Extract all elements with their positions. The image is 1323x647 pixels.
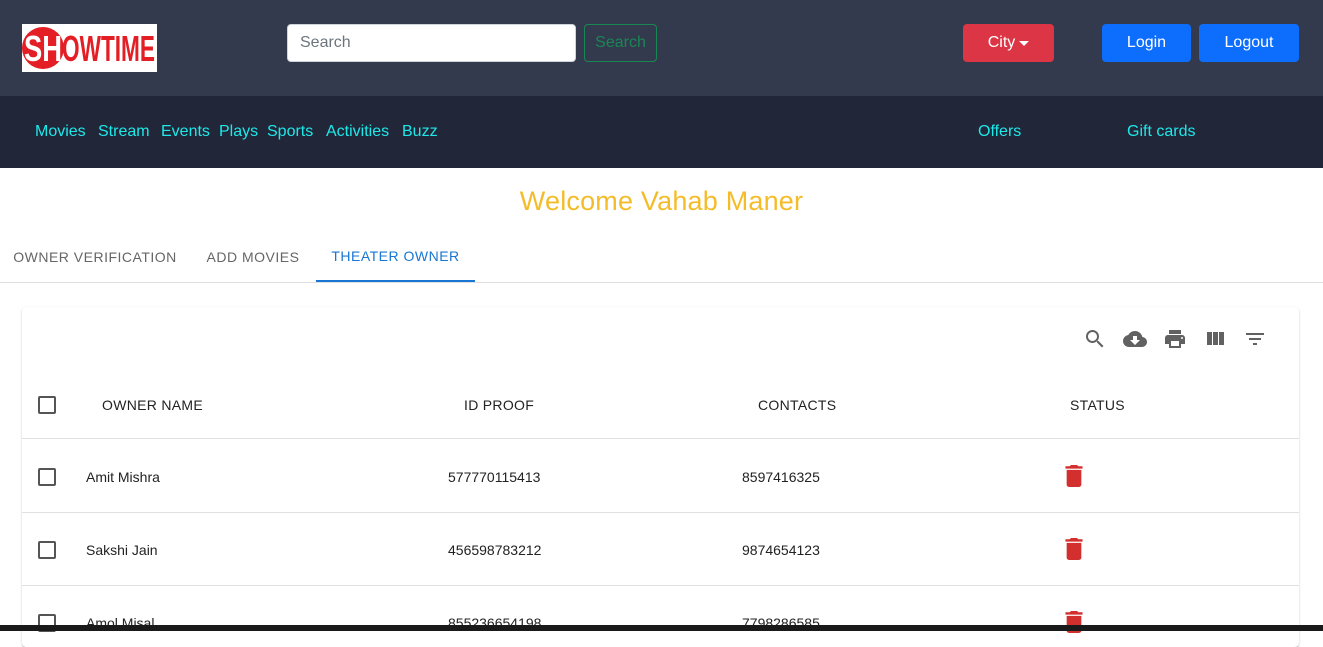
nav-item-buzz[interactable]: Buzz xyxy=(402,123,438,141)
id-proof-cell: 456598783212 xyxy=(448,542,542,558)
search-input[interactable] xyxy=(287,24,576,62)
login-button[interactable]: Login xyxy=(1102,24,1191,62)
city-dropdown-button[interactable]: City xyxy=(963,24,1054,62)
logout-button[interactable]: Logout xyxy=(1199,24,1299,62)
id-proof-cell: 577770115413 xyxy=(448,469,541,485)
delete-icon[interactable] xyxy=(1065,465,1083,487)
welcome-heading: Welcome Vahab Maner xyxy=(519,186,804,216)
caret-down-icon xyxy=(1019,41,1030,46)
owner-name-cell: Amit Mishra xyxy=(86,469,160,485)
column-header-id-proof[interactable]: ID PROOF xyxy=(464,397,534,413)
nav-item-movies[interactable]: Movies xyxy=(35,123,86,141)
column-header-status[interactable]: STATUS xyxy=(1070,397,1125,413)
city-button-label: City xyxy=(987,34,1016,51)
contact-cell: 9874654123 xyxy=(742,542,820,558)
delete-icon[interactable] xyxy=(1065,538,1083,560)
nav-item-stream[interactable]: Stream xyxy=(98,123,150,141)
svg-text:SH: SH xyxy=(24,28,62,69)
tab-add-movies[interactable]: ADD MOVIES xyxy=(190,232,316,282)
tab-owner-verification[interactable]: OWNER VERIFICATION xyxy=(0,232,190,282)
nav-item-offers[interactable]: Offers xyxy=(978,123,1021,141)
filter-list-icon[interactable] xyxy=(1243,327,1267,351)
row-checkbox[interactable] xyxy=(38,541,56,559)
table-row: Amol Misal 855236654198 7798286585 xyxy=(22,586,1299,647)
column-header-owner-name[interactable]: OWNER NAME xyxy=(102,397,203,413)
nav-item-sports[interactable]: Sports xyxy=(267,123,313,141)
nav-item-activities[interactable]: Activities xyxy=(326,123,389,141)
window-bottom-edge xyxy=(0,625,1323,631)
owner-name-cell: Sakshi Jain xyxy=(86,542,158,558)
table-row: Amit Mishra 577770115413 8597416325 xyxy=(22,440,1299,513)
top-header: SH OWTIME Search City Login Logout xyxy=(0,0,1323,96)
main-navigation: Movies Stream Events Plays Sports Activi… xyxy=(0,96,1323,168)
showtime-logo[interactable]: SH OWTIME xyxy=(22,24,157,72)
cloud-download-icon[interactable] xyxy=(1123,327,1147,351)
search-icon[interactable] xyxy=(1083,327,1107,351)
table-header-row: OWNER NAME ID PROOF CONTACTS STATUS xyxy=(22,372,1299,439)
select-all-checkbox[interactable] xyxy=(38,396,56,414)
view-column-icon[interactable] xyxy=(1203,327,1227,351)
column-header-contacts[interactable]: CONTACTS xyxy=(758,397,836,413)
table-row: Sakshi Jain 456598783212 9874654123 xyxy=(22,513,1299,586)
tab-theater-owner[interactable]: THEATER OWNER xyxy=(316,232,475,282)
nav-item-plays[interactable]: Plays xyxy=(219,123,258,141)
logo-graphic: SH OWTIME xyxy=(22,27,155,69)
theater-owner-table: OWNER NAME ID PROOF CONTACTS STATUS Amit… xyxy=(22,307,1299,647)
row-checkbox[interactable] xyxy=(38,468,56,486)
search-button[interactable]: Search xyxy=(584,24,657,62)
nav-item-gift-cards[interactable]: Gift cards xyxy=(1127,123,1195,141)
contact-cell: 8597416325 xyxy=(742,469,820,485)
print-icon[interactable] xyxy=(1163,327,1187,351)
admin-tabs: OWNER VERIFICATION ADD MOVIES THEATER OW… xyxy=(0,232,1323,283)
nav-item-events[interactable]: Events xyxy=(161,123,210,141)
svg-text:OWTIME: OWTIME xyxy=(62,28,155,69)
